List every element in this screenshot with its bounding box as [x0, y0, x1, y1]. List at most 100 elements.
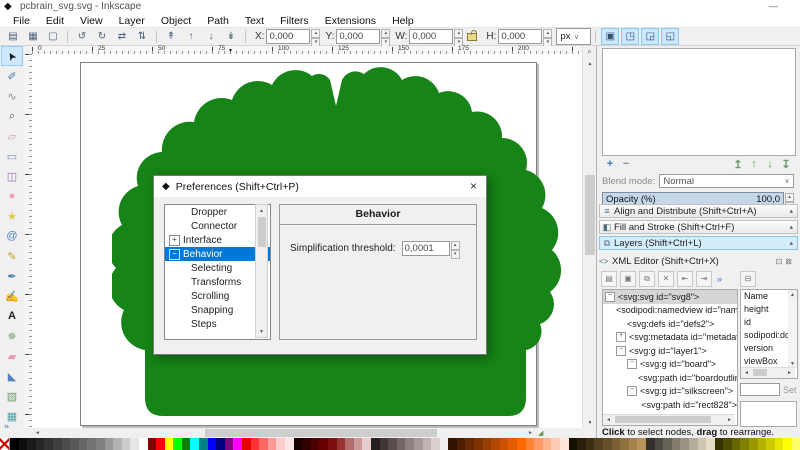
palette-swatch[interactable]: [294, 438, 303, 450]
expander-icon[interactable]: −: [616, 346, 626, 356]
scale-pattern-toggle[interactable]: ◱: [661, 28, 679, 45]
spin-down-icon[interactable]: ▾: [451, 250, 460, 259]
palette-swatch[interactable]: [79, 438, 88, 450]
palette-swatch[interactable]: [594, 438, 603, 450]
xml-tree-scroll-thumb[interactable]: [615, 416, 711, 423]
palette-swatch[interactable]: [259, 438, 268, 450]
palette-swatch[interactable]: [620, 438, 629, 450]
palette-swatch[interactable]: [268, 438, 277, 450]
palette-swatch[interactable]: [10, 438, 19, 450]
xml-tree[interactable]: −<svg:svg id="svg8"><sodipodi:namedview …: [602, 289, 738, 426]
tweak-tool[interactable]: ∿: [1, 86, 23, 106]
expander-icon[interactable]: −: [605, 292, 615, 302]
raise-icon[interactable]: ↑: [182, 28, 200, 45]
lock-ratio-icon[interactable]: [467, 33, 477, 41]
y-spinner[interactable]: ▴▾: [381, 29, 390, 44]
xml-tree-node[interactable]: <svg:path id="boardoutline": [603, 371, 737, 385]
h-spinner[interactable]: ▴▾: [543, 29, 552, 44]
palette-swatch[interactable]: [53, 438, 62, 450]
y-input[interactable]: [336, 29, 380, 44]
xml-tree-node[interactable]: −<svg:g id="silkscreen">: [603, 385, 737, 399]
palette-swatch[interactable]: [105, 438, 114, 450]
dialog-title-bar[interactable]: ◆ Preferences (Shift+Ctrl+P): [154, 176, 486, 197]
palette-swatch[interactable]: [199, 438, 208, 450]
spray-tool[interactable]: ✵: [1, 326, 23, 346]
palette-swatch[interactable]: [233, 438, 242, 450]
xml-tree-node[interactable]: −<svg:g id="layer1">: [603, 344, 737, 358]
xml-tree-node[interactable]: −<svg:g id="board">: [603, 358, 737, 372]
add-layer-button[interactable]: +: [602, 158, 618, 170]
palette-swatch[interactable]: [216, 438, 225, 450]
canvas-horizontal-scrollbar[interactable]: ◄ ►: [32, 428, 536, 438]
node-tool[interactable]: ✐: [1, 66, 23, 86]
delete-attribute-icon[interactable]: ⊟: [740, 271, 756, 287]
menu-view[interactable]: View: [72, 15, 111, 27]
lower-to-bottom-icon[interactable]: ↡: [222, 28, 240, 45]
palette-swatch[interactable]: [337, 438, 346, 450]
palette-swatch[interactable]: [672, 438, 681, 450]
measure-tool[interactable]: ▱: [1, 126, 23, 146]
spin-up-icon[interactable]: ▴: [451, 241, 460, 250]
palette-swatch[interactable]: [208, 438, 217, 450]
palette-swatch[interactable]: [87, 438, 96, 450]
deselect-icon[interactable]: ▢: [44, 28, 62, 45]
palette-swatch[interactable]: [440, 438, 449, 450]
spiral-tool[interactable]: @: [1, 226, 23, 246]
palette-swatch[interactable]: [655, 438, 664, 450]
palette-swatch[interactable]: [414, 438, 423, 450]
lower-icon[interactable]: ↓: [202, 28, 220, 45]
palette-swatch[interactable]: [534, 438, 543, 450]
panel-layers[interactable]: ⧉Layers (Shift+Ctrl+L)▴: [599, 236, 798, 250]
scroll-right-icon[interactable]: ►: [725, 415, 734, 424]
palette-swatch[interactable]: [319, 438, 328, 450]
rectangle-tool[interactable]: ▭: [1, 146, 23, 166]
palette-swatch[interactable]: [276, 438, 285, 450]
xml-tree-hscrollbar[interactable]: ◄ ►: [603, 414, 735, 425]
palette-swatch[interactable]: [508, 438, 517, 450]
expander-icon[interactable]: −: [627, 386, 637, 396]
palette-swatch[interactable]: [423, 438, 432, 450]
menu-text[interactable]: Text: [237, 15, 272, 27]
palette-swatch[interactable]: [783, 438, 792, 450]
close-panel-icon[interactable]: ⊠: [785, 257, 795, 266]
preferences-scroll-thumb[interactable]: [258, 217, 266, 247]
palette-swatch[interactable]: [603, 438, 612, 450]
scroll-up-icon[interactable]: ▲: [788, 290, 797, 299]
menu-extensions[interactable]: Extensions: [317, 15, 384, 27]
palette-swatch[interactable]: [311, 438, 320, 450]
palette-swatch[interactable]: [689, 438, 698, 450]
palette-swatch[interactable]: [629, 438, 638, 450]
palette-swatch[interactable]: [371, 438, 380, 450]
palette-swatch[interactable]: [491, 438, 500, 450]
w-spinner[interactable]: ▴▾: [454, 29, 463, 44]
lower-layer-button[interactable]: ↓: [762, 158, 778, 170]
palette-swatch[interactable]: [345, 438, 354, 450]
attributes-scroll-thumb[interactable]: [753, 369, 767, 376]
palette-swatch[interactable]: [44, 438, 53, 450]
xml-tree-node[interactable]: <svg:defs id="defs2">: [603, 317, 737, 331]
scroll-down-icon[interactable]: ▼: [583, 417, 597, 428]
unindent-node-icon[interactable]: ⇤: [677, 271, 693, 287]
palette-swatch[interactable]: [457, 438, 466, 450]
menu-filters[interactable]: Filters: [272, 15, 317, 27]
palette-swatch[interactable]: [182, 438, 191, 450]
scroll-up-icon[interactable]: ▲: [583, 58, 597, 69]
palette-swatch[interactable]: [173, 438, 182, 450]
palette-swatch[interactable]: [646, 438, 655, 450]
eraser-tool[interactable]: ▰: [1, 346, 23, 366]
selector-tool[interactable]: ➤: [1, 46, 23, 66]
raise-layer-button[interactable]: ↑: [746, 158, 762, 170]
palette-swatch[interactable]: [62, 438, 71, 450]
menu-edit[interactable]: Edit: [38, 15, 72, 27]
pencil-tool[interactable]: ✎: [1, 246, 23, 266]
expander-icon[interactable]: −: [169, 249, 180, 260]
minimize-button[interactable]: —: [769, 1, 778, 11]
threshold-spinner[interactable]: ▴▾: [451, 241, 460, 256]
palette-swatch[interactable]: [749, 438, 758, 450]
palette-swatch[interactable]: [551, 438, 560, 450]
palette-swatch[interactable]: [698, 438, 707, 450]
scroll-right-icon[interactable]: ►: [785, 368, 794, 377]
xml-tree-node[interactable]: <sodipodi:namedview id="named: [603, 304, 737, 318]
rotate-ccw-icon[interactable]: ↺: [73, 28, 91, 45]
scale-corners-toggle[interactable]: ◳: [621, 28, 639, 45]
